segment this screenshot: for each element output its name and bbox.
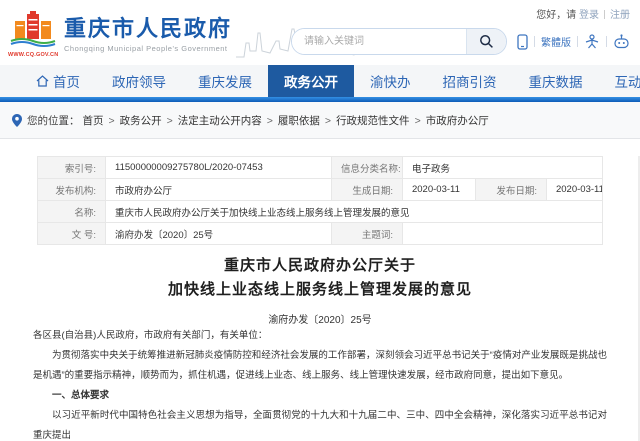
- breadcrumb: 您的位置： 首页 政务公开 法定主动公开内容 履职依据 行政规范性文件 市政府办…: [0, 102, 640, 139]
- divider: [534, 36, 535, 47]
- nav-item-chongqing-data[interactable]: 重庆数据: [513, 65, 599, 97]
- accessibility-link[interactable]: [584, 34, 600, 49]
- index-number-value: 11500000009275780L/2020-07453: [105, 157, 331, 179]
- logo-caption: WWW.CQ.GOV.CN: [8, 52, 58, 58]
- divider: [577, 36, 578, 47]
- traditional-chinese-link[interactable]: 繁體版: [541, 34, 571, 49]
- robot-icon: [613, 34, 630, 49]
- breadcrumb-prefix: 您的位置：: [27, 113, 80, 128]
- nav-item-interaction[interactable]: 互动交流: [599, 65, 640, 97]
- index-number-label: 索引号:: [37, 157, 105, 179]
- document-name-label: 名称:: [37, 201, 105, 223]
- document-number-value: 渝府办发〔2020〕25号: [105, 223, 331, 245]
- document-body: 各区县(自治县)人民政府，市政府有关部门，有关单位： 为贯彻落实中央关于统筹推进…: [0, 326, 640, 441]
- table-row: 文 号: 渝府办发〔2020〕25号 主题词:: [37, 223, 602, 245]
- category-label: 信息分类名称:: [331, 157, 402, 179]
- nav-item-chongqing-development[interactable]: 重庆发展: [182, 65, 268, 97]
- nav-item-government-affairs-disclosure[interactable]: 政务公开: [268, 65, 354, 97]
- divider: [606, 36, 607, 47]
- nav-label: 政府领导: [112, 71, 166, 91]
- breadcrumb-item-home[interactable]: 首页: [83, 113, 120, 128]
- paragraph: 以习近平新时代中国特色社会主义思想为指导，全面贯彻党的十九大和十九届二中、三中、…: [33, 406, 607, 441]
- nav-label: 招商引资: [443, 71, 497, 91]
- search-button[interactable]: [466, 29, 506, 54]
- document-title: 重庆市人民政府办公厅关于 加快线上业态线上服务线上管理发展的意见: [0, 254, 640, 302]
- document-title-line1: 重庆市人民政府办公厅关于: [0, 254, 640, 278]
- breadcrumb-item-disclosure[interactable]: 政务公开: [120, 113, 178, 128]
- category-value: 电子政务: [402, 157, 602, 179]
- register-link[interactable]: 注册: [610, 10, 630, 21]
- search-icon: [479, 34, 494, 49]
- user-links: 您好，请 登录注册: [291, 6, 630, 21]
- login-link[interactable]: 登录: [579, 10, 599, 21]
- site-logo[interactable]: WWW.CQ.GOV.CN: [8, 11, 58, 58]
- breadcrumb-item-duty-basis[interactable]: 履职依据: [278, 113, 336, 128]
- nav-label: 重庆发展: [198, 71, 252, 91]
- site-title: 重庆市人民政府: [64, 16, 232, 42]
- document-name-value: 重庆市人民政府办公厅关于加快线上业态线上服务线上管理发展的意见: [105, 201, 602, 223]
- accessibility-icon: [584, 34, 600, 49]
- section-heading: 一、总体要求: [33, 386, 607, 406]
- publish-date-value: 2020-03-11: [546, 179, 602, 201]
- table-row: 索引号: 11500000009275780L/2020-07453 信息分类名…: [37, 157, 602, 179]
- location-pin-icon: [12, 114, 22, 127]
- main-navigation: 首页 政府领导 重庆发展 政务公开 渝快办 招商引资 重庆数据 互动交流: [0, 65, 640, 97]
- issuing-agency-label: 发布机构:: [37, 179, 105, 201]
- greeting-text: 您好，请: [536, 10, 576, 21]
- creation-date-label: 生成日期:: [331, 179, 402, 201]
- site-title-english: Chongqing Municipal People's Government: [64, 44, 232, 53]
- breadcrumb-item-normative-documents[interactable]: 行政规范性文件: [336, 113, 426, 128]
- divider: [604, 10, 605, 19]
- document-title-line2: 加快线上业态线上服务线上管理发展的意见: [0, 278, 640, 302]
- nav-label: 政务公开: [284, 71, 338, 91]
- nav-item-yukuaiban[interactable]: 渝快办: [354, 65, 427, 97]
- site-header: WWW.CQ.GOV.CN 重庆市人民政府 Chongqing Municipa…: [0, 0, 640, 65]
- home-icon: [36, 75, 49, 87]
- nav-item-investment[interactable]: 招商引资: [427, 65, 513, 97]
- paragraph: 为贯彻落实中央关于统筹推进新冠肺炎疫情防控和经济社会发展的工作部署，深刻领会习近…: [33, 346, 607, 386]
- nav-label: 互动交流: [615, 71, 640, 91]
- document-number-label: 文 号:: [37, 223, 105, 245]
- nav-item-government-leaders[interactable]: 政府领导: [96, 65, 182, 97]
- issuing-agency-value: 市政府办公厅: [105, 179, 331, 201]
- subject-words-value: [402, 223, 602, 245]
- chatbot-link[interactable]: [613, 34, 630, 49]
- document-number: 渝府办发〔2020〕25号: [0, 311, 640, 326]
- subject-words-label: 主题词:: [331, 223, 402, 245]
- publish-date-label: 发布日期:: [475, 179, 546, 201]
- salutation: 各区县(自治县)人民政府，市政府有关部门，有关单位：: [33, 326, 607, 346]
- nav-label: 重庆数据: [529, 71, 583, 91]
- table-row: 发布机构: 市政府办公厅 生成日期: 2020-03-11 发布日期: 2020…: [37, 179, 602, 201]
- table-row: 名称: 重庆市人民政府办公厅关于加快线上业态线上服务线上管理发展的意见: [37, 201, 602, 223]
- search-input[interactable]: [292, 29, 466, 54]
- government-building-icon: [10, 11, 56, 47]
- nav-label: 渝快办: [370, 71, 411, 91]
- mobile-phone-icon: [517, 34, 528, 50]
- breadcrumb-item-statutory-content[interactable]: 法定主动公开内容: [178, 113, 278, 128]
- mobile-version-link[interactable]: [517, 34, 528, 50]
- creation-date-value: 2020-03-11: [402, 179, 475, 201]
- document-meta-table: 索引号: 11500000009275780L/2020-07453 信息分类名…: [37, 156, 603, 245]
- nav-label: 首页: [53, 71, 80, 91]
- nav-item-home[interactable]: 首页: [20, 65, 96, 97]
- breadcrumb-item-general-office[interactable]: 市政府办公厅: [426, 113, 489, 128]
- search-box: [291, 28, 507, 55]
- document-page: 索引号: 11500000009275780L/2020-07453 信息分类名…: [0, 156, 640, 441]
